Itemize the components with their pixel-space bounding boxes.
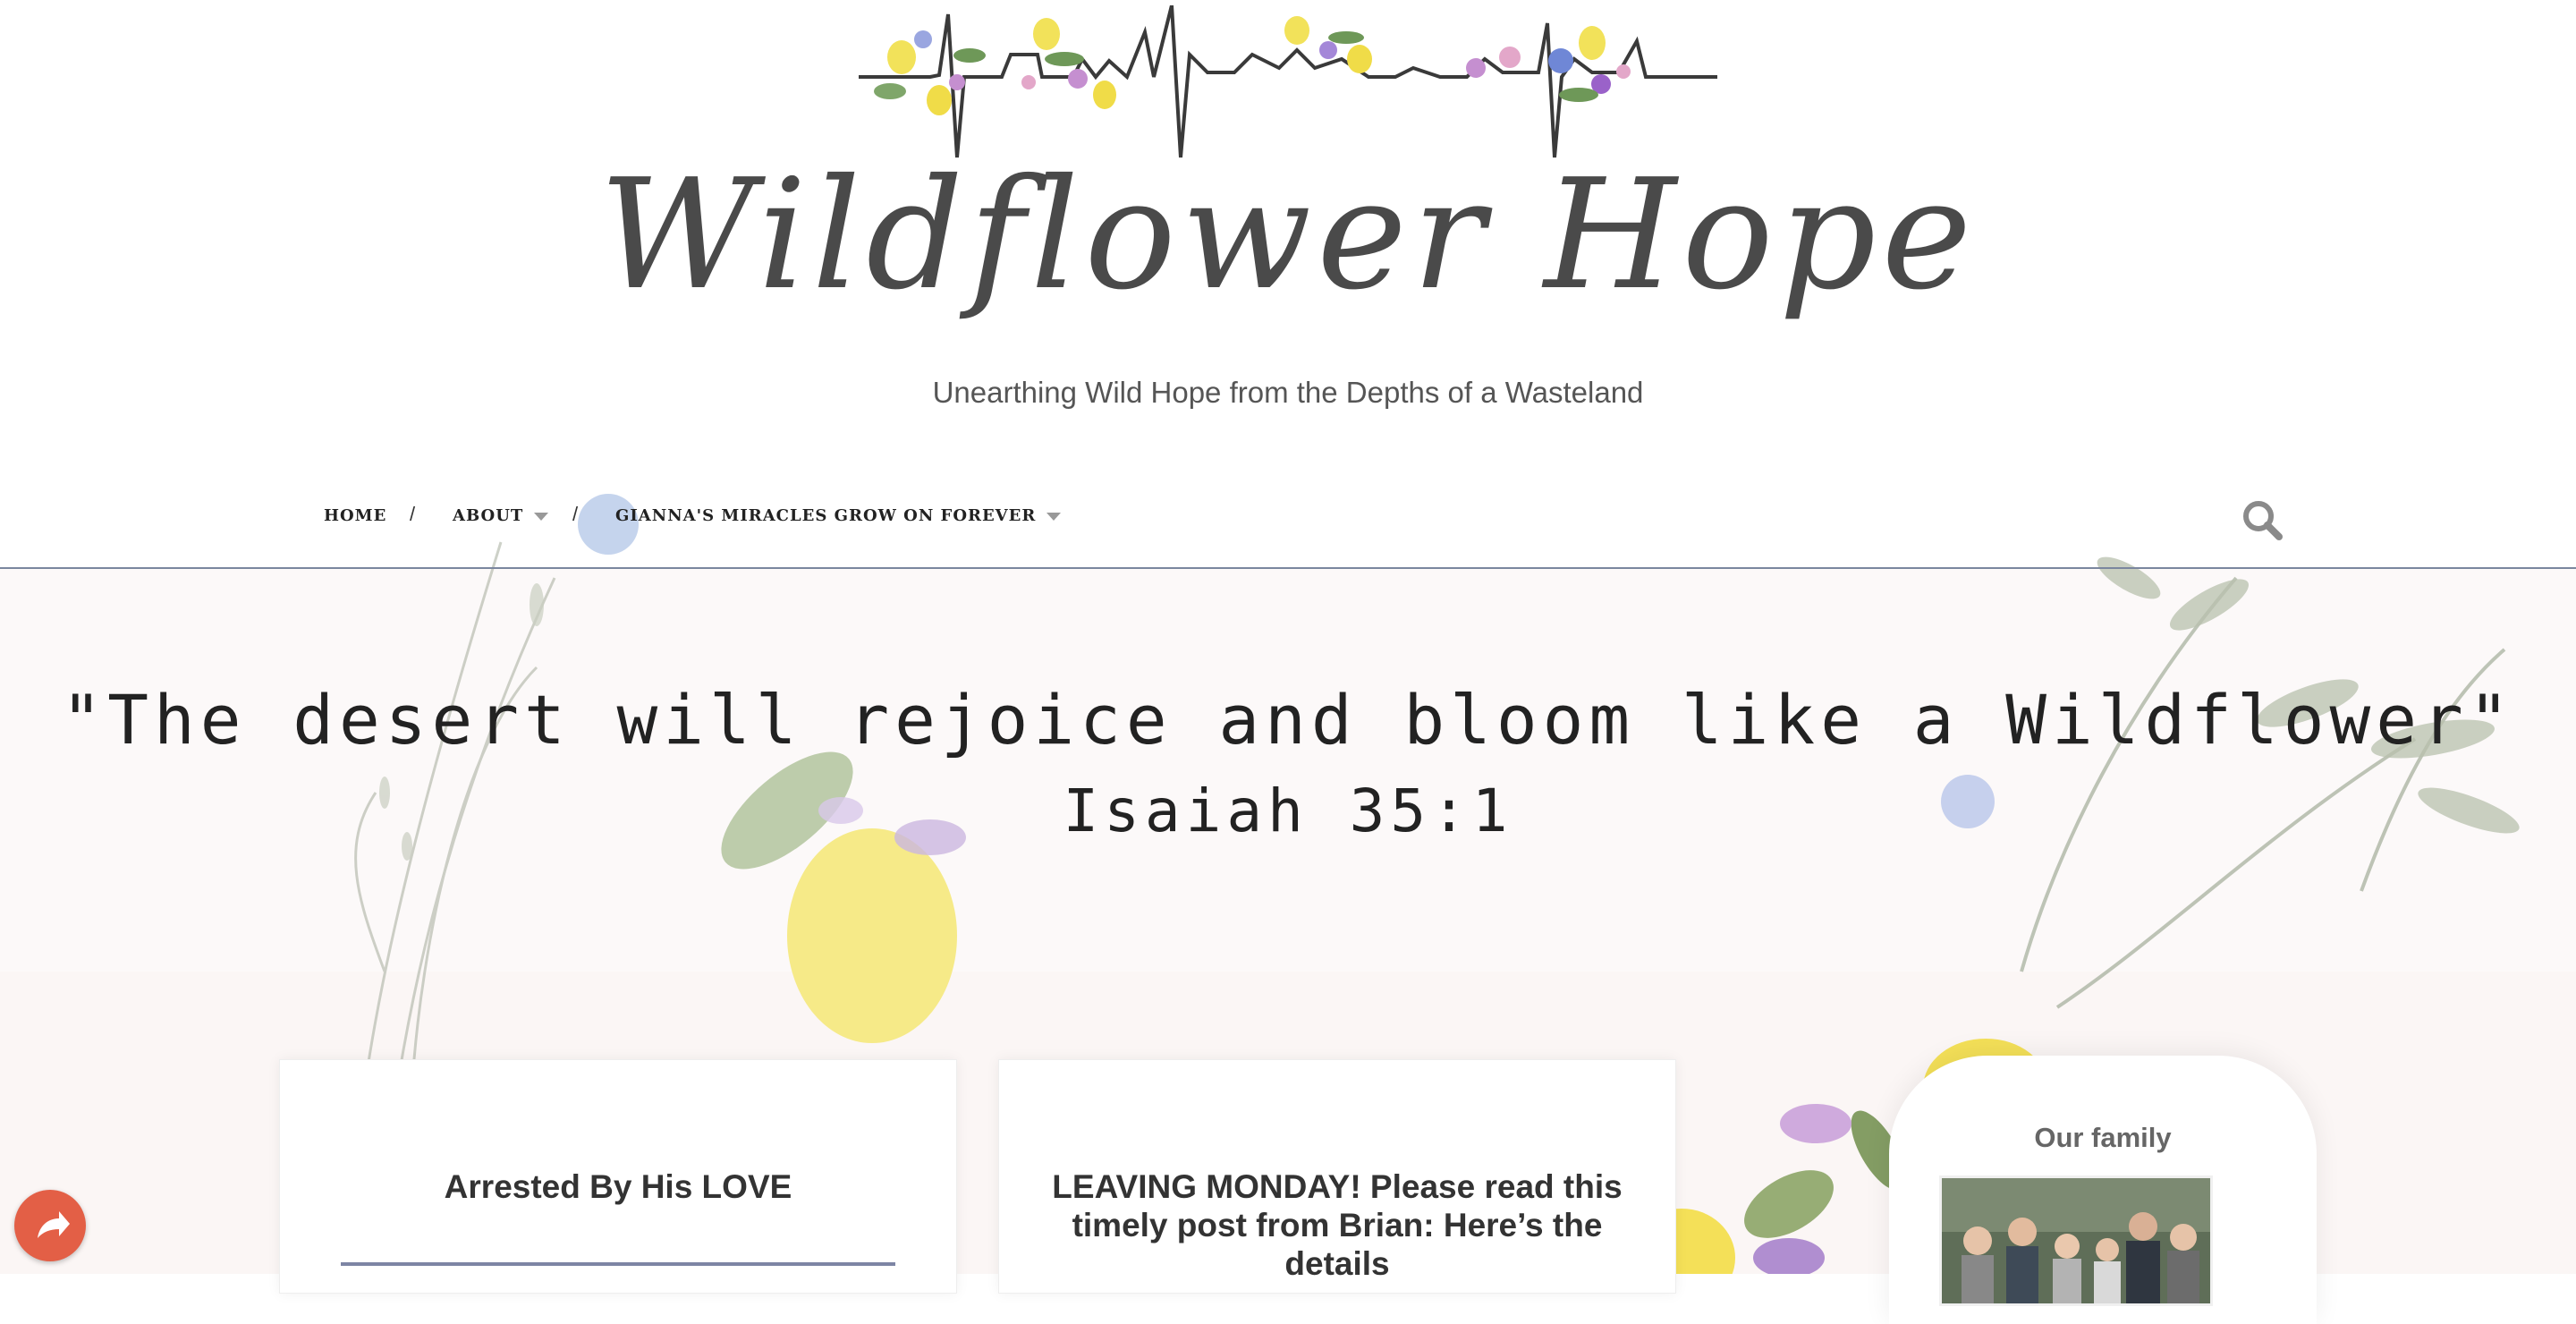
heartbeat-flowers-logo — [859, 5, 1717, 158]
chevron-down-icon — [1046, 512, 1062, 521]
nav-home[interactable]: HOME — [324, 506, 386, 525]
site-title[interactable]: Wildflower Hope — [0, 159, 2576, 311]
site-header: Wildflower Hope Unearthing Wild Hope fro… — [0, 0, 2576, 472]
hero-verse: "The desert will rejoice and bloom like … — [61, 680, 2515, 760]
share-icon — [38, 1211, 70, 1238]
nav-giannas-miracles-label: GIANNA'S MIRACLES GROW ON FOREVER — [615, 506, 1037, 525]
main-navigation: HOME / ABOUT / GIANNA'S MIRACLES GROW ON… — [0, 472, 2576, 569]
hero-section — [0, 569, 2576, 972]
nav-about[interactable]: ABOUT — [453, 506, 549, 525]
nav-giannas-miracles[interactable]: GIANNA'S MIRACLES GROW ON FOREVER — [615, 506, 1062, 525]
search-icon — [2243, 501, 2283, 540]
family-photo[interactable] — [1939, 1175, 2213, 1306]
nav-separator: / — [572, 503, 579, 525]
flower-cluster-left — [874, 30, 986, 115]
post-title[interactable]: LEAVING MONDAY! Please read this timely … — [1035, 1167, 1640, 1283]
post-card[interactable]: Arrested By His LOVE — [279, 1059, 957, 1294]
family-photo-image — [1942, 1178, 2210, 1303]
nav-separator: / — [410, 503, 416, 525]
post-title[interactable]: Arrested By His LOVE — [316, 1167, 920, 1206]
post-divider — [341, 1262, 895, 1266]
site-tagline: Unearthing Wild Hope from the Depths of … — [932, 376, 1644, 409]
widget-title: Our family — [2034, 1122, 2172, 1153]
flower-cluster-mid-left — [1021, 18, 1116, 109]
post-card[interactable]: LEAVING MONDAY! Please read this timely … — [998, 1059, 1676, 1294]
hero-verse-reference: Isaiah 35:1 — [1063, 777, 1513, 845]
chevron-down-icon — [534, 512, 549, 521]
nav-about-label: ABOUT — [453, 506, 524, 525]
share-button[interactable] — [14, 1190, 86, 1261]
search-button[interactable] — [2236, 494, 2290, 547]
sidebar-widget-family: Our family — [1889, 1056, 2317, 1324]
